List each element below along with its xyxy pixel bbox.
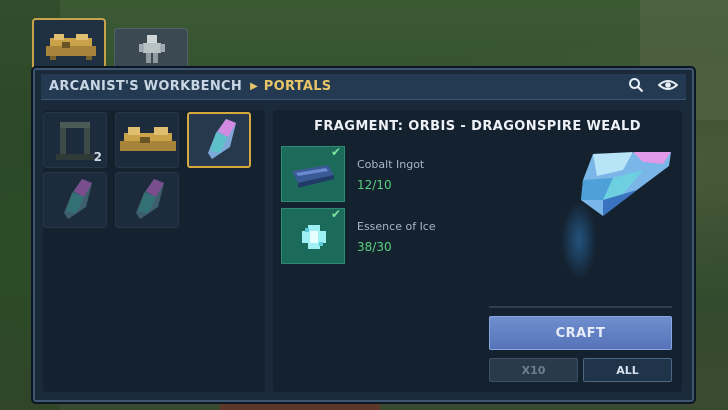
recipe-slot-fragment-selected[interactable] (187, 112, 251, 168)
tab-workbench[interactable] (32, 18, 106, 68)
ingredient-count: 38/30 (357, 240, 392, 254)
recipe-slot-portal[interactable]: 2 (43, 112, 107, 168)
breadcrumb-current: PORTALS (263, 79, 332, 94)
breadcrumb-arrow-icon: ▶ (250, 81, 258, 92)
slot-count: 2 (93, 150, 102, 164)
craft-all-button[interactable]: ALL (583, 358, 672, 382)
recipe-details: FRAGMENT: ORBIS - DRAGONSPIRE WEALD ✔ Co… (273, 110, 682, 392)
craft-button[interactable]: CRAFT (489, 316, 672, 350)
recipe-slot-fragment[interactable] (115, 172, 179, 228)
craft-x10-button[interactable]: X10 (489, 358, 578, 382)
workbench-icon (120, 127, 176, 151)
breadcrumb: ARCANIST'S WORKBENCH ▶ PORTALS (41, 74, 686, 100)
crystal-fragment-preview-icon (581, 152, 671, 216)
crystal-fragment-icon (64, 179, 92, 219)
ingredient-name: Cobalt Ingot (357, 158, 425, 171)
recipe-grid: 2 (43, 110, 265, 392)
ingredient-slot[interactable]: ✔ (281, 207, 345, 264)
tab-armor[interactable] (114, 28, 188, 68)
ingredient-name: Essence of Ice (357, 220, 436, 233)
ice-essence-icon (302, 225, 326, 249)
crafting-panel: ARCANIST'S WORKBENCH ▶ PORTALS 2 FRAGMEN… (33, 68, 694, 402)
recipe-title: FRAGMENT: ORBIS - DRAGONSPIRE WEALD (314, 119, 641, 134)
recipe-slot-workbench[interactable] (115, 112, 179, 168)
armor-stand-icon (139, 35, 165, 63)
workbench-icon (46, 34, 96, 60)
crystal-fragment-icon (208, 119, 236, 159)
crystal-fragment-icon (136, 179, 164, 219)
check-icon: ✔ (330, 207, 341, 221)
search-icon[interactable] (628, 77, 644, 93)
breadcrumb-root[interactable]: ARCANIST'S WORKBENCH (49, 79, 242, 94)
divider (489, 306, 672, 308)
ingredient-slot[interactable]: ✔ (281, 145, 345, 202)
cobalt-ingot-icon (292, 165, 334, 188)
recipe-slot-fragment[interactable] (43, 172, 107, 228)
check-icon: ✔ (330, 145, 341, 159)
ingredient-count: 12/10 (357, 178, 392, 192)
eye-icon[interactable] (658, 78, 678, 92)
header-icons (628, 77, 678, 93)
